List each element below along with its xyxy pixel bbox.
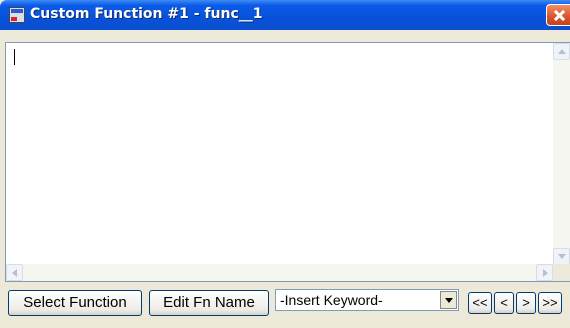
scroll-down-button[interactable] (553, 248, 570, 265)
nav-first-button[interactable]: << (468, 292, 492, 314)
horizontal-scrollbar[interactable] (6, 264, 553, 281)
nav-last-button[interactable]: >> (538, 292, 562, 314)
app-icon (9, 7, 25, 23)
scroll-up-button[interactable] (553, 43, 570, 60)
edit-fn-name-button[interactable]: Edit Fn Name (149, 290, 269, 316)
dropdown-arrow-button[interactable] (440, 291, 457, 309)
function-editor-textarea[interactable] (5, 42, 570, 282)
arrow-up-icon (558, 49, 566, 54)
window-title: Custom Function #1 - func__1 (30, 6, 263, 22)
custom-function-window: Custom Function #1 - func__1 Select Func… (0, 0, 570, 328)
chevron-down-icon (445, 298, 453, 303)
insert-keyword-dropdown[interactable]: -Insert Keyword- (275, 289, 459, 311)
title-bar[interactable]: Custom Function #1 - func__1 (0, 0, 570, 30)
nav-next-button[interactable]: > (516, 292, 536, 314)
nav-prev-button[interactable]: < (494, 292, 514, 314)
insert-keyword-value: -Insert Keyword- (280, 292, 383, 308)
close-button[interactable] (546, 4, 570, 26)
select-function-button[interactable]: Select Function (8, 290, 142, 316)
arrow-right-icon (543, 269, 548, 277)
vertical-scrollbar[interactable] (553, 43, 570, 265)
scrollbar-corner (553, 264, 570, 281)
text-caret (14, 49, 15, 65)
arrow-down-icon (558, 254, 566, 259)
scroll-right-button[interactable] (536, 264, 553, 281)
scroll-left-button[interactable] (6, 264, 23, 281)
arrow-left-icon (12, 269, 17, 277)
